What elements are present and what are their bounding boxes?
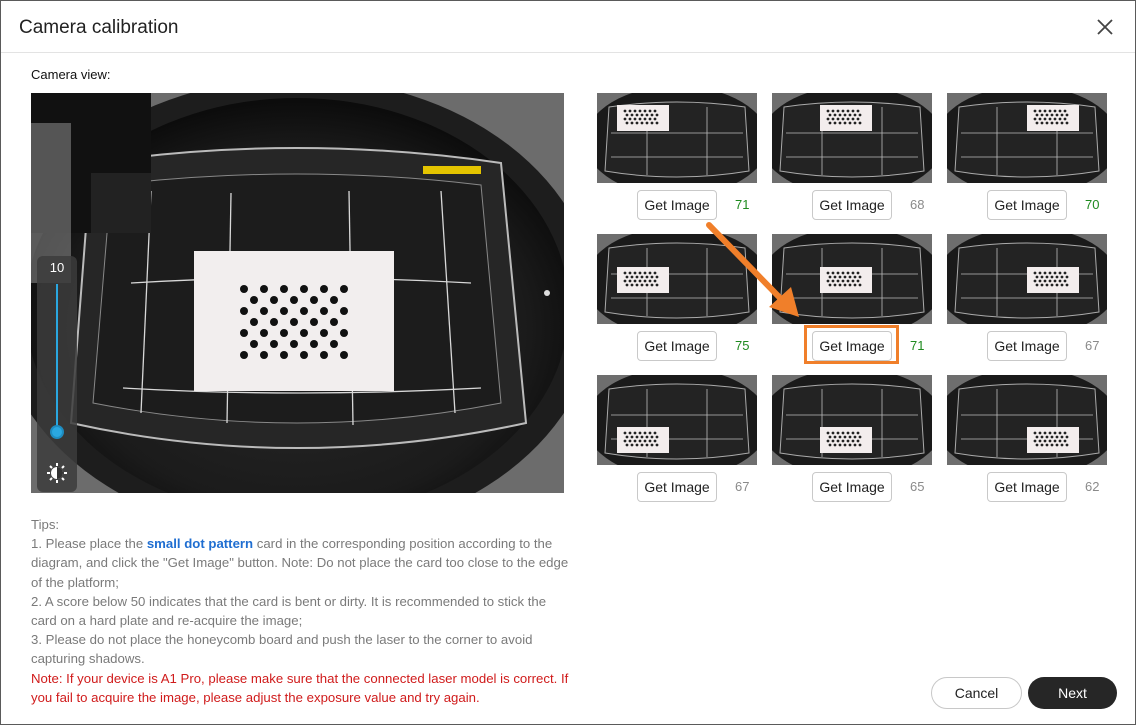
thumbnail-cell: Get Image 68 xyxy=(772,93,932,220)
tip-1: 1. Please place the small dot pattern ca… xyxy=(31,534,571,592)
exposure-slider[interactable]: 10 xyxy=(37,256,77,492)
thumbnail-image xyxy=(597,375,757,465)
close-button[interactable] xyxy=(1093,15,1117,39)
thumbnail-cell: Get Image 65 xyxy=(772,375,932,502)
camera-calibration-dialog: Camera calibration Camera view: 10 Get I… xyxy=(0,0,1136,725)
score-value: 62 xyxy=(1085,479,1100,494)
tip-2: 2. A score below 50 indicates that the c… xyxy=(31,593,547,629)
thumbnail-image xyxy=(597,93,757,183)
score-value: 67 xyxy=(735,479,750,494)
thumbnail-image xyxy=(947,93,1107,183)
camera-view xyxy=(31,93,564,493)
thumbnail-image xyxy=(947,375,1107,465)
camera-view-label: Camera view: xyxy=(31,67,111,82)
tip-note: Note: If your device is A1 Pro, please m… xyxy=(31,670,569,705)
thumbnail-cell: Get Image 71 xyxy=(597,93,757,220)
close-icon xyxy=(1097,19,1113,35)
tip-1-pre: 1. Please place the xyxy=(31,536,147,552)
score-value: 68 xyxy=(910,197,925,212)
camera-feed-image xyxy=(31,93,564,493)
tip-3: 3. Please do not place the honeycomb boa… xyxy=(31,632,533,667)
thumbnail-cell: Get Image 70 xyxy=(947,93,1107,220)
orange-arrow-icon xyxy=(706,222,799,317)
get-image-button[interactable]: Get Image xyxy=(812,190,892,220)
cancel-button[interactable]: Cancel xyxy=(931,677,1022,709)
score-value: 75 xyxy=(735,338,750,353)
get-image-button[interactable]: Get Image xyxy=(987,190,1067,220)
score-value: 71 xyxy=(910,338,925,353)
dialog-titlebar: Camera calibration xyxy=(1,1,1135,53)
thumbnail-cell: Get Image 67 xyxy=(947,234,1107,361)
get-image-button[interactable]: Get Image xyxy=(987,331,1067,361)
tip-1-highlight: small dot pattern xyxy=(146,536,254,552)
score-value: 71 xyxy=(735,197,750,212)
get-image-button[interactable]: Get Image xyxy=(987,472,1067,502)
exposure-track[interactable] xyxy=(56,284,58,432)
get-image-button[interactable]: Get Image xyxy=(637,472,717,502)
thumbnail-cell: Get Image 62 xyxy=(947,375,1107,502)
tips-heading: Tips: xyxy=(31,517,60,532)
next-button[interactable]: Next xyxy=(1028,677,1117,709)
score-value: 67 xyxy=(1085,338,1100,353)
score-value: 65 xyxy=(910,479,925,494)
thumbnail-image xyxy=(772,375,932,465)
exposure-value: 10 xyxy=(49,260,65,275)
score-value: 70 xyxy=(1085,197,1100,212)
brightness-icon[interactable] xyxy=(46,462,68,484)
tips-text: Tips: 1. Please place the small dot patt… xyxy=(31,515,571,707)
thumbnail-image xyxy=(947,234,1107,324)
get-image-button[interactable]: Get Image xyxy=(812,331,892,361)
thumbnail-image xyxy=(772,93,932,183)
get-image-button[interactable]: Get Image xyxy=(812,472,892,502)
exposure-thumb[interactable] xyxy=(50,425,64,439)
get-image-button[interactable]: Get Image xyxy=(637,331,717,361)
dialog-title: Camera calibration xyxy=(19,17,179,38)
thumbnail-cell: Get Image 67 xyxy=(597,375,757,502)
